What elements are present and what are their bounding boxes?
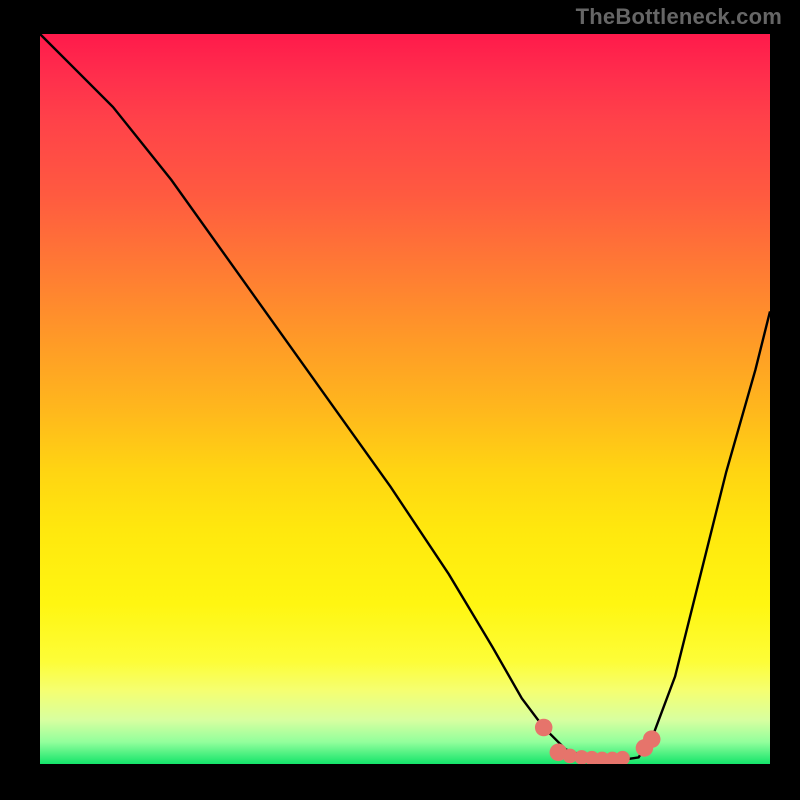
- plot-area: [40, 34, 770, 764]
- marker-flat-g: [615, 751, 630, 764]
- marker-layer: [535, 719, 661, 764]
- bottleneck-curve: [40, 34, 770, 760]
- marker-flat-left-end: [535, 719, 553, 737]
- curve-layer: [40, 34, 770, 764]
- chart-container: TheBottleneck.com: [0, 0, 800, 800]
- marker-flat-right-b: [643, 730, 661, 748]
- watermark-text: TheBottleneck.com: [576, 4, 782, 30]
